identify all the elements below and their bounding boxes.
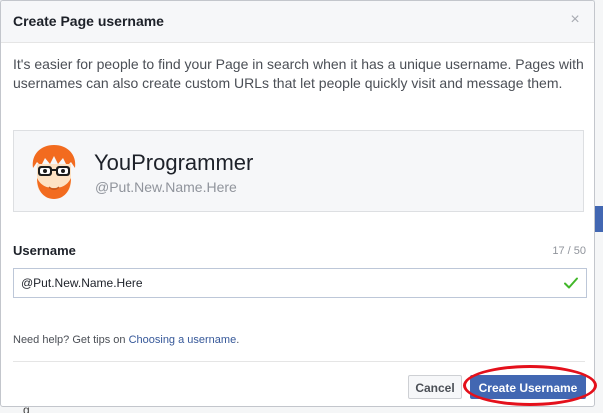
page-name: YouProgrammer bbox=[94, 150, 254, 175]
page-handle: @Put.New.Name.Here bbox=[95, 179, 237, 195]
create-username-button[interactable]: Create Username bbox=[470, 375, 586, 399]
create-username-dialog: Create Page username × It's easier for p… bbox=[0, 0, 595, 407]
cancel-button[interactable]: Cancel bbox=[408, 375, 462, 399]
dialog-header: Create Page username × bbox=[1, 1, 594, 43]
help-text: Need help? Get tips on Choosing a userna… bbox=[13, 334, 239, 346]
footer-divider bbox=[13, 361, 585, 362]
cartoon-avatar-icon bbox=[32, 145, 76, 199]
choosing-username-link[interactable]: Choosing a username bbox=[129, 334, 237, 346]
checkmark-icon bbox=[564, 277, 578, 289]
page-preview-card: YouProgrammer @Put.New.Name.Here bbox=[13, 130, 584, 212]
username-label: Username bbox=[13, 243, 76, 258]
close-icon[interactable]: × bbox=[566, 11, 584, 29]
character-count: 17 / 50 bbox=[552, 245, 586, 257]
username-input[interactable] bbox=[14, 269, 554, 297]
screen: g Create Page username × It's easier for… bbox=[0, 0, 603, 413]
help-prefix: Need help? Get tips on bbox=[13, 334, 129, 346]
help-suffix: . bbox=[236, 334, 240, 346]
username-field[interactable] bbox=[13, 268, 587, 298]
dialog-intro-text: It's easier for people to find your Page… bbox=[13, 56, 584, 91]
background-blue-bar bbox=[595, 206, 603, 232]
dialog-title: Create Page username bbox=[13, 13, 164, 29]
